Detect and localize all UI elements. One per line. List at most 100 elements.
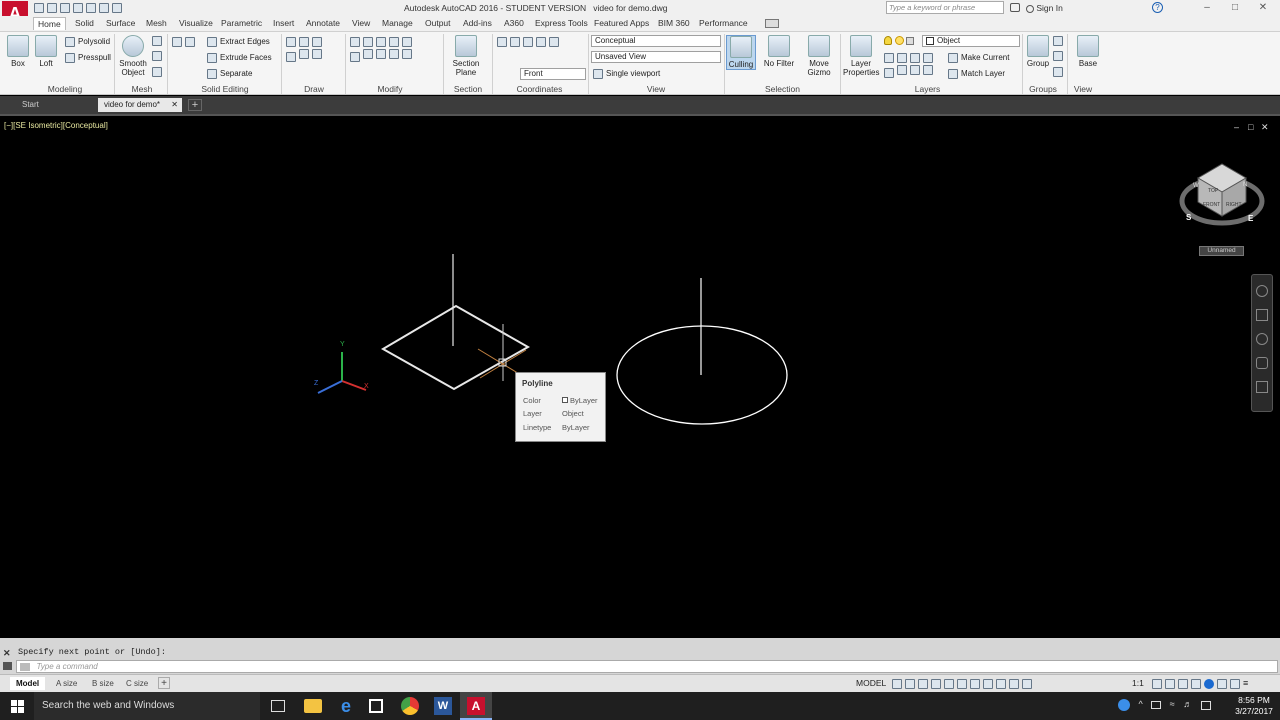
volume-icon[interactable]: ♬ (1183, 699, 1192, 709)
layer-off-icon[interactable] (884, 52, 894, 63)
minimize-button[interactable]: – (1200, 2, 1214, 14)
clock[interactable]: 8:56 PM 3/27/2017 (1234, 695, 1274, 717)
units-icon[interactable] (1178, 678, 1188, 689)
view-panel2-title[interactable]: View (1068, 84, 1098, 95)
drawing-viewport[interactable]: [−][SE Isometric][Conceptual] – □ ✕ TOP … (0, 114, 1280, 638)
layout-tab-model[interactable]: Model (10, 677, 46, 690)
tray-app-icon[interactable] (1118, 699, 1130, 711)
spline-icon[interactable] (312, 49, 322, 60)
wifi-icon[interactable]: ≈ (1170, 699, 1175, 709)
viewport-config-button[interactable]: Single viewport (593, 67, 660, 80)
tab-bim360[interactable]: BIM 360 (654, 17, 694, 30)
modify-panel-title[interactable]: Modify (350, 84, 430, 95)
make-current-button[interactable]: Make Current (948, 51, 1009, 64)
annotation-scale[interactable]: 1:1 (1132, 678, 1144, 688)
polyline-icon[interactable] (299, 36, 309, 47)
stretch-icon[interactable] (389, 49, 399, 60)
section-plane-button[interactable]: Section Plane (450, 35, 482, 77)
compass-n[interactable]: N (1243, 182, 1247, 188)
trim-icon[interactable] (376, 36, 386, 47)
polyline-square[interactable] (380, 304, 531, 391)
polar-icon[interactable] (931, 678, 941, 689)
store-icon[interactable] (369, 699, 383, 713)
coordinates-panel-title[interactable]: Coordinates (497, 84, 582, 95)
customize-menu-icon[interactable]: ≡ (1243, 678, 1248, 688)
named-view-dropdown[interactable]: Unsaved View (591, 51, 721, 63)
search-box[interactable]: Type a keyword or phrase (886, 1, 1004, 14)
smooth-object-button[interactable]: Smooth Object (117, 35, 149, 77)
edge-icon[interactable]: e (337, 697, 355, 715)
compass-e[interactable]: E (1248, 214, 1253, 223)
binoculars-icon[interactable] (1010, 3, 1020, 12)
new-icon[interactable] (34, 2, 44, 13)
grid-icon[interactable] (892, 678, 902, 689)
viewcube-top-face[interactable]: TOP (1208, 188, 1218, 194)
windows-start-icon[interactable] (11, 700, 24, 713)
ucs-y-icon[interactable] (536, 36, 546, 47)
polysolid-button[interactable]: Polysolid (65, 35, 110, 48)
saveas-icon[interactable] (73, 2, 83, 13)
show-hidden-icon[interactable]: ^ (1139, 699, 1143, 709)
file-explorer-icon[interactable] (304, 699, 322, 713)
snap-icon[interactable] (905, 678, 915, 689)
annotation-visibility-icon[interactable] (1022, 678, 1032, 689)
tab-start[interactable]: Start (16, 98, 45, 112)
mesh-tool-icon-3[interactable] (152, 66, 162, 77)
print-icon[interactable] (86, 2, 96, 13)
presspull-button[interactable]: Presspull (65, 51, 111, 64)
redo-icon[interactable] (112, 2, 122, 13)
ucs-z-icon[interactable] (549, 36, 559, 47)
compass-s[interactable]: S (1186, 213, 1191, 222)
draw-panel-title[interactable]: Draw (286, 84, 342, 95)
close-button[interactable]: ✕ (1256, 2, 1270, 14)
mesh-tool-icon-1[interactable] (152, 36, 162, 46)
navigation-bar[interactable] (1251, 274, 1273, 412)
base-button[interactable]: Base (1072, 35, 1104, 68)
section-panel-title[interactable]: Section (443, 84, 493, 95)
tab-solid[interactable]: Solid (71, 17, 98, 30)
group-select-icon[interactable] (1053, 66, 1063, 77)
tab-insert[interactable]: Insert (269, 17, 298, 30)
add-layout-button[interactable]: + (158, 677, 170, 689)
move-icon[interactable] (350, 36, 360, 47)
scale-icon[interactable] (376, 49, 386, 60)
ucs-icon[interactable] (497, 36, 507, 47)
hardware-accel-icon[interactable] (1217, 678, 1227, 689)
selection-cycling-icon[interactable] (1009, 678, 1019, 689)
drawing-canvas[interactable] (0, 116, 1280, 638)
tab-home[interactable]: Home (33, 17, 66, 30)
save-icon[interactable] (60, 2, 70, 13)
undo-icon[interactable] (99, 2, 109, 13)
tab-video-for-demo[interactable]: video for demo* ✕ (98, 98, 182, 112)
steering-wheel-icon[interactable] (1256, 285, 1268, 297)
transparency-icon[interactable] (996, 678, 1006, 689)
ribbon-minimize-icon[interactable] (765, 19, 779, 28)
tab-surface[interactable]: Surface (102, 17, 139, 30)
mesh-tool-icon-2[interactable] (152, 51, 162, 61)
circle-icon[interactable] (286, 51, 296, 62)
compass-w[interactable]: W (1193, 183, 1199, 189)
mirror-icon[interactable] (402, 36, 412, 47)
mesh-panel-title[interactable]: Mesh (117, 84, 167, 95)
network-icon[interactable] (1151, 701, 1162, 709)
arc-icon[interactable] (312, 36, 322, 47)
erase-icon[interactable] (402, 49, 412, 60)
layout-tab-a-size[interactable]: A size (50, 677, 83, 690)
task-view-icon[interactable] (271, 700, 285, 712)
no-filter-button[interactable]: No Filter (762, 35, 796, 68)
tab-visualize[interactable]: Visualize (175, 17, 217, 30)
model-space-button[interactable]: MODEL (856, 678, 886, 688)
loft-button[interactable]: Loft (30, 35, 62, 68)
sign-in[interactable]: Sign In (1026, 3, 1063, 13)
chrome-icon[interactable] (401, 697, 419, 715)
selection-panel-title[interactable]: Selection (735, 84, 830, 95)
tab-view[interactable]: View (348, 17, 374, 30)
tab-a360[interactable]: A360 (500, 17, 528, 30)
group-edit-icon[interactable] (1053, 51, 1063, 61)
tab-featured-apps[interactable]: Featured Apps (590, 17, 653, 30)
extract-edges-button[interactable]: Extract Edges (207, 35, 270, 48)
rectangle-icon[interactable] (299, 49, 309, 60)
help-icon[interactable]: ? (1152, 2, 1163, 13)
tab-output[interactable]: Output (421, 17, 455, 30)
sun-icon[interactable] (894, 36, 904, 45)
